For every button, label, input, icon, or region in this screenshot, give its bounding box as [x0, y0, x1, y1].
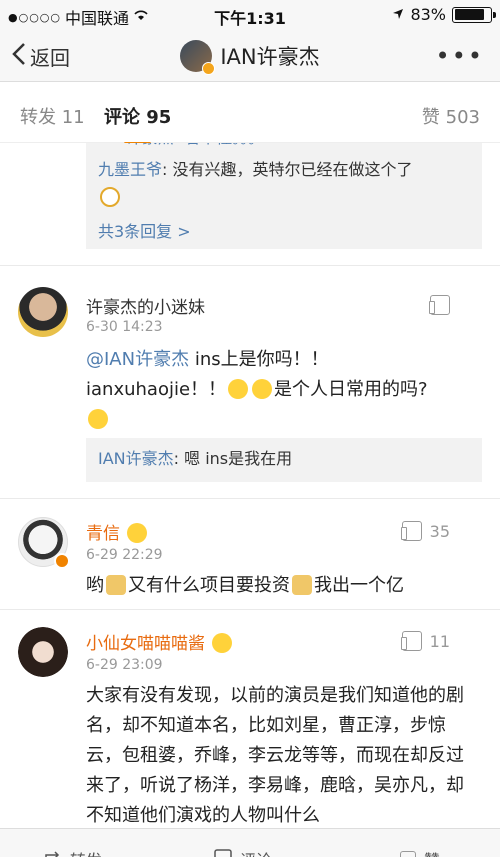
scared-emoji-icon [228, 379, 249, 399]
like-bottom-button[interactable]: 赞 [400, 847, 440, 857]
thumbs-up-icon [429, 295, 450, 315]
comment-text-line: ins上是你吗！！ [189, 349, 329, 370]
reply-text: : 嗯 ins是我在用 [173, 449, 293, 468]
author-name: IAN许豪杰 [220, 45, 320, 69]
status-bar: ●○○○○ 中国联通 下午1:31 83% [0, 0, 500, 30]
battery-fill [454, 9, 484, 20]
like-button[interactable]: 35 [400, 521, 450, 541]
comment-button[interactable]: 评论 [214, 847, 272, 857]
battery-percent: 83% [410, 5, 446, 24]
bottom-action-bar: 转发 评论 赞 [0, 828, 500, 857]
reply-text: : 没有兴趣，英特尔已经在做这个了 [162, 160, 413, 179]
heart-eyes-emoji-icon [212, 633, 233, 653]
comment-username[interactable]: 青信 [86, 519, 149, 544]
thumbs-up-icon [400, 521, 422, 541]
verified-badge-icon [202, 62, 216, 75]
comment-label: 评论 [240, 847, 272, 857]
like-count: 35 [429, 521, 450, 541]
comment-username[interactable]: 小仙女喵喵喵酱 [86, 629, 234, 654]
tab-repost[interactable]: 转发 11 [20, 103, 85, 129]
divider [0, 265, 500, 266]
reply-box[interactable]: IAN许豪杰: 看不懂。。。 九墨王爷: 没有兴趣，英特尔已经在做这个了 共3条… [86, 143, 482, 249]
page-title[interactable]: IAN许豪杰 [0, 40, 500, 75]
verified-badge-icon [54, 553, 70, 569]
comment-text-part: 我出一个亿 [314, 575, 404, 596]
reply-partial-line: IAN许豪杰: 看不懂。。。 [98, 143, 470, 151]
author-avatar [180, 40, 216, 75]
comment-text-line: ianxuhaojie！！ [86, 379, 227, 400]
repost-label: 转发 [70, 847, 102, 857]
thumbs-up-icon [400, 851, 416, 857]
comment-text: 大家有没有发现，以前的演员是我们知道他的剧名，却不知道本名，比如刘星，曹正淳，步… [86, 685, 464, 826]
avatar[interactable] [18, 287, 68, 337]
reply-line: 九墨王爷: 没有兴趣，英特尔已经在做这个了 [98, 157, 470, 183]
comment-text: @IAN许豪杰 ins上是你吗！！ ianxuhaojie！！ 是个人日常用的吗? [86, 345, 482, 435]
like-count: 11 [429, 631, 450, 651]
comment-text-line: 是个人日常用的吗? [274, 379, 428, 400]
comment-icon [214, 849, 232, 857]
divider [0, 609, 500, 610]
heart-eyes-emoji-icon [127, 523, 148, 543]
like-button[interactable]: 11 [400, 631, 450, 651]
like-label: 赞 [424, 847, 440, 857]
repost-button[interactable]: 转发 [44, 847, 102, 857]
comment-text-part: 哟 [86, 575, 104, 596]
battery-icon [452, 6, 496, 23]
location-arrow-icon [392, 5, 404, 24]
tab-comments-label: 评论 95 [104, 107, 172, 128]
comment-time: 6-29 22:29 [86, 547, 163, 563]
tab-comments[interactable]: 评论 95 [104, 103, 172, 145]
navigation-bar: 返回 IAN许豪杰 ••• [0, 30, 500, 82]
comment-text-part: 又有什么项目要投资 [128, 575, 290, 596]
comment-time: 6-29 23:09 [86, 657, 163, 673]
pout-emoji-icon [88, 409, 108, 429]
reply-box[interactable]: IAN许豪杰: 嗯 ins是我在用 [86, 438, 482, 482]
reply-username[interactable]: 九墨王爷 [98, 160, 162, 179]
comment-username[interactable]: 许豪杰的小迷妹 [86, 293, 205, 318]
more-options-icon[interactable]: ••• [436, 42, 484, 70]
scream-emoji-icon [252, 379, 273, 399]
doge-emoji-icon [106, 575, 126, 595]
like-button[interactable] [429, 295, 450, 315]
comment-list[interactable]: IAN许豪杰: 看不懂。。。 九墨王爷: 没有兴趣，英特尔已经在做这个了 共3条… [0, 143, 500, 827]
reply-username[interactable]: IAN许豪杰 [98, 449, 174, 468]
comment-text: 哟 又有什么项目要投资 我出一个亿 [86, 571, 482, 601]
avatar[interactable] [18, 627, 68, 677]
glasses-emoji-icon [100, 187, 120, 207]
cat-emoji-icon [292, 575, 312, 595]
mention-link[interactable]: @IAN许豪杰 [86, 349, 189, 370]
thumbs-up-icon [400, 631, 422, 651]
comment-time: 6-30 14:23 [86, 319, 163, 335]
tab-likes[interactable]: 赞 503 [422, 103, 480, 129]
tab-bar: 转发 11 评论 95 赞 503 [0, 83, 500, 145]
more-replies-link[interactable]: 共3条回复 > [98, 219, 470, 245]
divider [0, 498, 500, 499]
repost-icon [44, 850, 62, 857]
